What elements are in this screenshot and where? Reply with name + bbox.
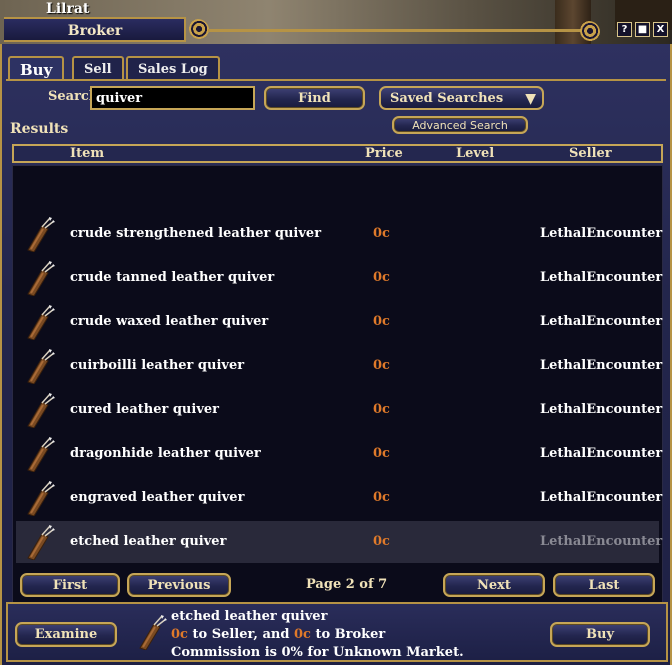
item-seller: LethalEncounter xyxy=(540,534,663,549)
quiver-icon xyxy=(27,305,55,340)
search-input[interactable] xyxy=(90,86,255,110)
table-row[interactable]: crude waxed leather quiver 0c LethalEncoun… xyxy=(16,301,663,343)
quiver-icon xyxy=(27,393,55,428)
title-plate: Broker xyxy=(4,17,186,42)
ornament-swirl-icon xyxy=(578,21,600,43)
broker-fee: 0c xyxy=(293,627,311,642)
column-header-price[interactable]: Price xyxy=(365,146,403,161)
column-header-seller[interactable]: Seller xyxy=(569,146,612,161)
quiver-icon xyxy=(27,481,55,516)
saved-searches-label: Saved Searches xyxy=(390,90,504,106)
buy-button[interactable]: Buy xyxy=(550,622,650,647)
item-seller: LethalEncounter xyxy=(540,270,663,285)
item-price: 0c xyxy=(373,358,390,373)
quiver-icon xyxy=(27,349,55,384)
quiver-icon xyxy=(27,437,55,472)
tab-sell[interactable]: Sell xyxy=(72,56,124,80)
column-header-item[interactable]: Item xyxy=(70,146,104,161)
last-page-button[interactable]: Last xyxy=(553,573,655,597)
close-icon[interactable]: X xyxy=(653,22,668,37)
quiver-icon xyxy=(27,525,55,560)
table-row[interactable]: etched leather quiver 0c LethalEncounter xyxy=(16,521,663,563)
find-button[interactable]: Find xyxy=(264,86,365,110)
item-price: 0c xyxy=(373,270,390,285)
item-seller: LethalEncounter xyxy=(540,490,663,505)
fee-breakdown: 0c to Seller, and 0c to Broker xyxy=(171,627,385,642)
examine-button[interactable]: Examine xyxy=(15,622,117,647)
item-price: 0c xyxy=(373,402,390,417)
item-price: 0c xyxy=(373,490,390,505)
item-name: engraved leather quiver xyxy=(70,490,245,505)
purchase-panel: Examine etched leather quiver 0c to Sell… xyxy=(6,602,668,662)
quiver-icon xyxy=(27,261,55,296)
item-seller: LethalEncounter xyxy=(540,446,663,461)
window-title-bar[interactable]: Broker ? ■ X xyxy=(0,14,672,48)
table-row[interactable]: dragonhide leather quiver 0c LethalEncount… xyxy=(16,433,663,475)
first-page-button[interactable]: First xyxy=(20,573,120,597)
quiver-icon xyxy=(139,615,167,650)
advanced-search-button[interactable]: Advanced Search xyxy=(392,116,528,134)
item-name: crude strengthened leather quiver xyxy=(70,226,322,241)
item-price: 0c xyxy=(373,534,390,549)
next-page-button[interactable]: Next xyxy=(443,573,545,597)
title-divider xyxy=(208,29,582,32)
window-controls: ? ■ X xyxy=(617,22,668,37)
window-title: Broker xyxy=(67,23,123,39)
item-name: dragonhide leather quiver xyxy=(70,446,261,461)
saved-searches-dropdown[interactable]: Saved Searches ▼ xyxy=(379,86,544,110)
table-row[interactable]: cuirboilli leather quiver 0c LethalEncount… xyxy=(16,345,663,387)
item-seller: LethalEncounter xyxy=(540,314,663,329)
page-indicator: Page 2 of 7 xyxy=(306,577,388,592)
tab-sales-log[interactable]: Sales Log xyxy=(126,56,220,80)
results-heading: Results xyxy=(10,121,69,137)
broker-window: Buy Sell Sales Log Search Find Saved Sea… xyxy=(0,44,672,665)
tab-buy[interactable]: Buy xyxy=(8,56,65,81)
previous-page-button[interactable]: Previous xyxy=(127,573,231,597)
table-row[interactable]: crude strengthened leather quiver 0c Letha… xyxy=(16,213,663,255)
item-price: 0c xyxy=(373,226,390,241)
options-icon[interactable]: ■ xyxy=(635,22,650,37)
to-broker-text: to Broker xyxy=(310,627,386,642)
tab-divider xyxy=(6,79,666,81)
table-row[interactable]: engraved leather quiver 0c LethalEncounter xyxy=(16,477,663,519)
commission-text: Commission is 0% for Unknown Market. xyxy=(171,645,464,660)
chevron-down-icon: ▼ xyxy=(525,91,536,107)
table-row[interactable]: crude tanned leather quiver 0c LethalEncou… xyxy=(16,257,663,299)
help-icon[interactable]: ? xyxy=(617,22,632,37)
item-name: cured leather quiver xyxy=(70,402,219,417)
table-row[interactable]: cured leather quiver 0c LethalEncounter xyxy=(16,389,663,431)
to-seller-text: to Seller, and xyxy=(187,627,294,642)
ornament-swirl-icon xyxy=(187,19,209,41)
item-name: crude waxed leather quiver xyxy=(70,314,269,329)
item-name: crude tanned leather quiver xyxy=(70,270,275,285)
item-seller: LethalEncounter xyxy=(540,358,663,373)
results-list: crude strengthened leather quiver 0c Letha… xyxy=(12,165,663,603)
item-name: cuirboilli leather quiver xyxy=(70,358,245,373)
quiver-icon xyxy=(27,217,55,252)
results-header: Item Price Level Seller xyxy=(12,144,663,163)
item-price: 0c xyxy=(373,314,390,329)
item-seller: LethalEncounter xyxy=(540,226,663,241)
selected-item-name: etched leather quiver xyxy=(171,609,328,624)
seller-fee: 0c xyxy=(171,627,188,642)
item-price: 0c xyxy=(373,446,390,461)
column-header-level[interactable]: Level xyxy=(456,146,494,161)
item-seller: LethalEncounter xyxy=(540,402,663,417)
item-name: etched leather quiver xyxy=(70,534,227,549)
